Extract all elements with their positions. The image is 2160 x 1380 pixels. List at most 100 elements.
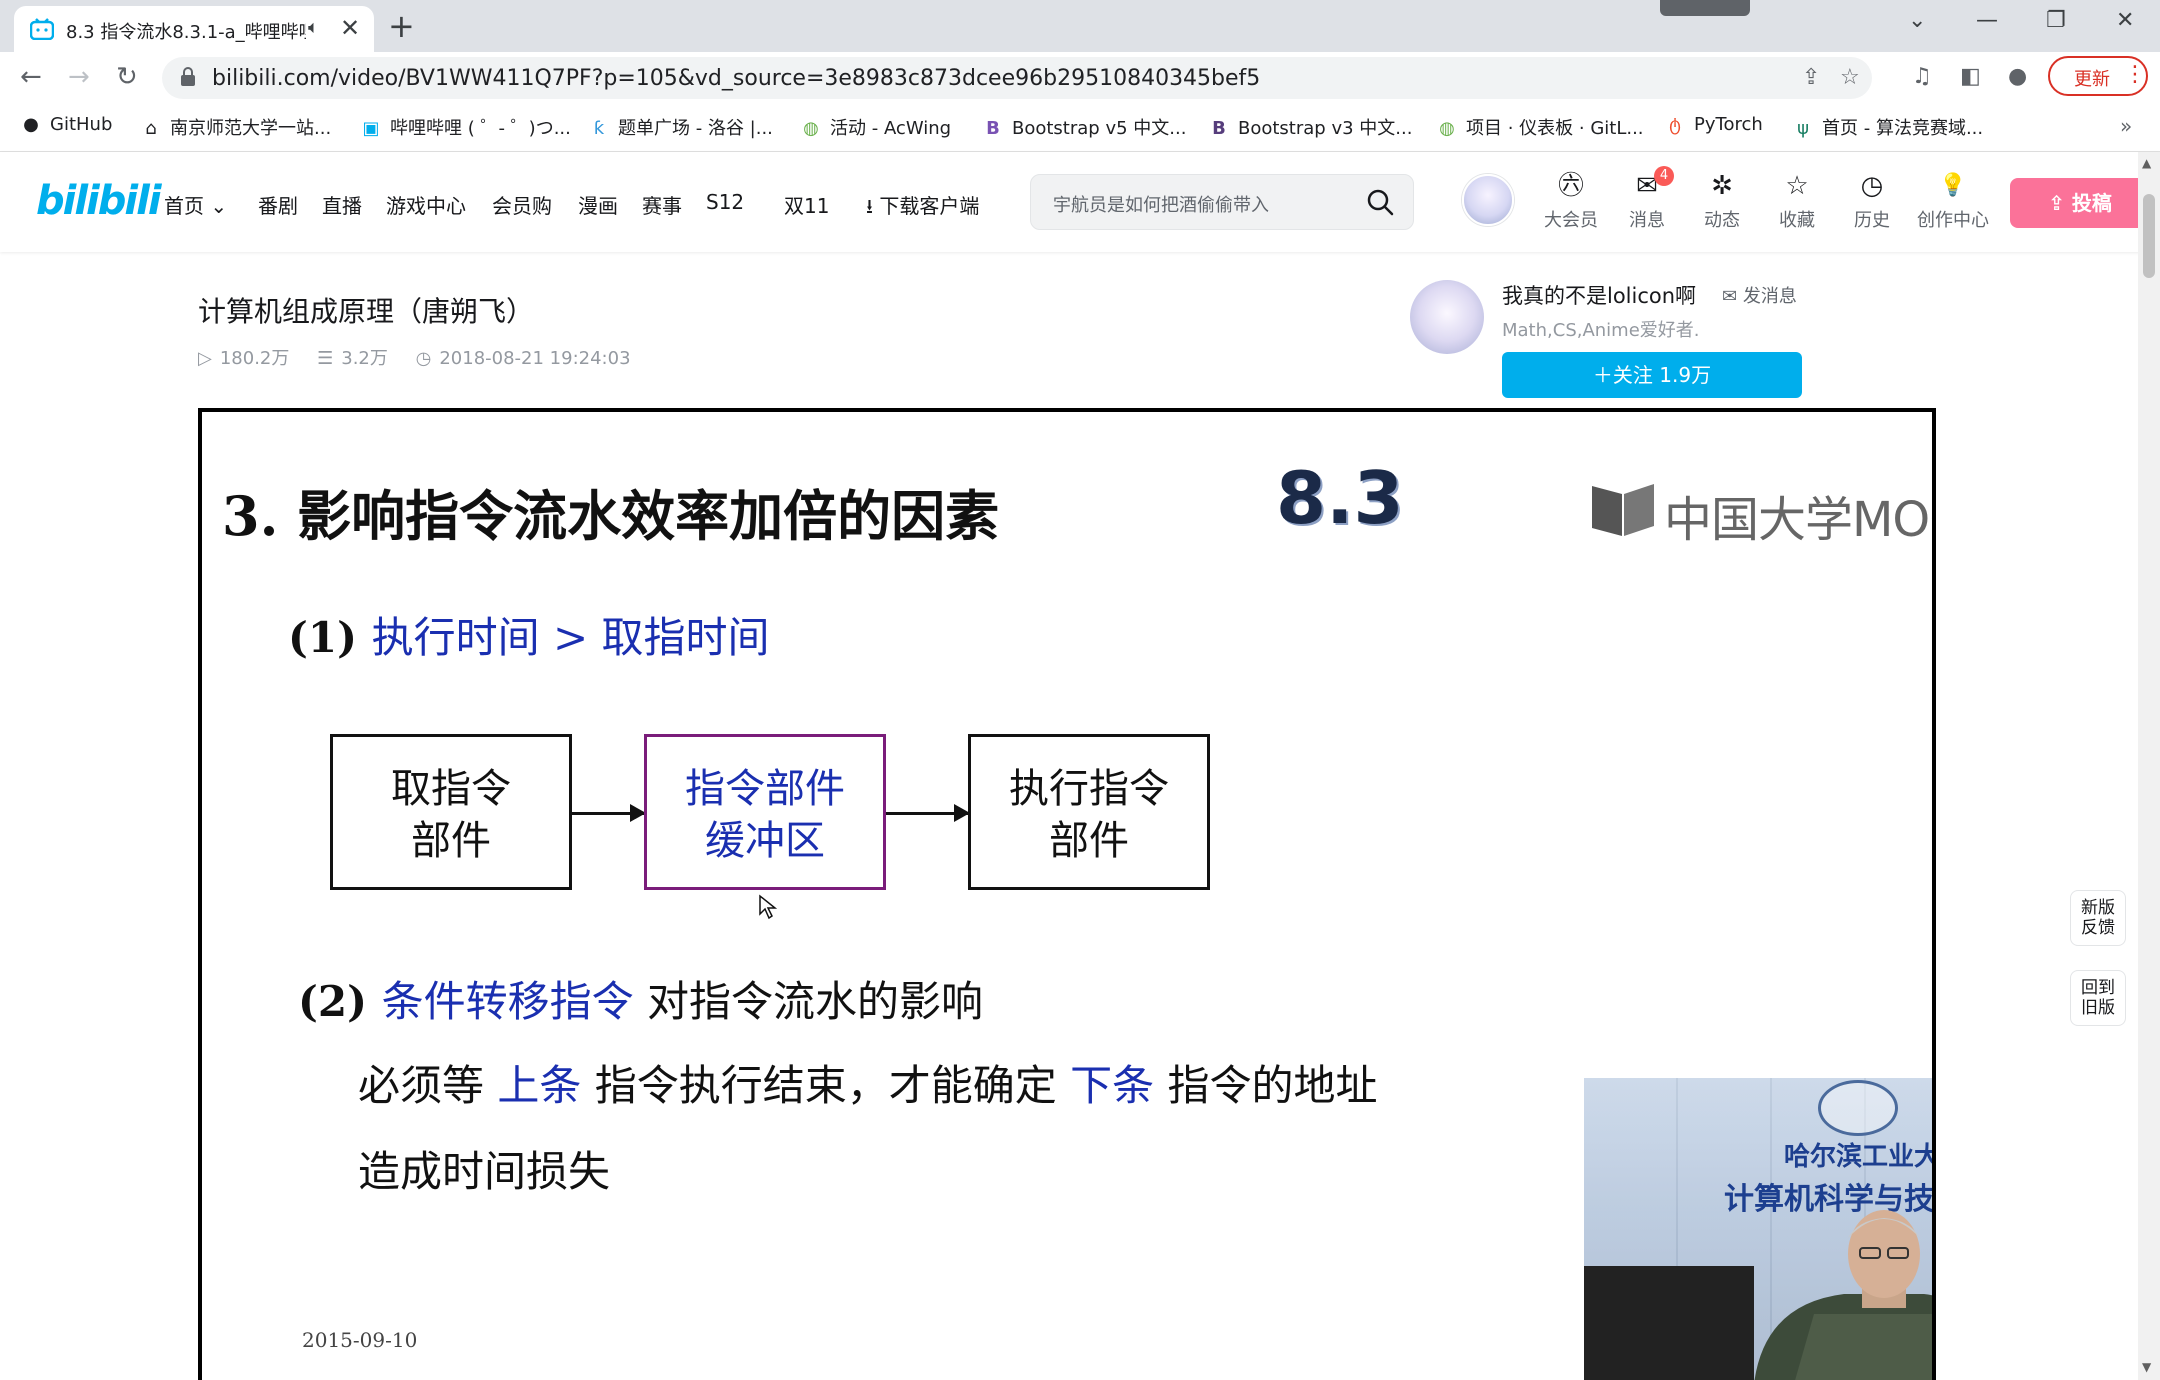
danmaku-icon: ☰ bbox=[317, 348, 334, 369]
video-player[interactable]: 3. 影响指令流水效率加倍的因素 8.3 中国大学MOOC (1) 执行时间 >… bbox=[198, 408, 1936, 1380]
tab-bar: 8.3 指令流水8.3.1-a_哔哩哔哩 🔈︎ ✕ + ⌄ — ❐ ✕ bbox=[0, 0, 2160, 52]
uploader-avatar[interactable] bbox=[1410, 280, 1484, 354]
mooc-logo: 中国大学MOOC bbox=[1588, 474, 1932, 548]
page-scrollbar[interactable]: ▲ ▼ bbox=[2138, 152, 2160, 1380]
speaker-icon[interactable]: 🔈︎ bbox=[308, 17, 319, 38]
bookmark-bootstrap5[interactable]: B Bootstrap v5 中文... bbox=[982, 114, 1186, 140]
back-icon[interactable]: ← bbox=[20, 62, 42, 92]
nav-bangumi[interactable]: 番剧 bbox=[258, 190, 298, 219]
uploader-name[interactable]: 我真的不是lolicon啊 bbox=[1502, 280, 1696, 310]
pip-university-name: 哈尔滨工业大学 bbox=[1784, 1142, 1932, 1172]
slide-point-1: (1) 执行时间 > 取指时间 bbox=[288, 613, 770, 662]
bookmark-pytorch[interactable]: ტ PyTorch bbox=[1664, 114, 1763, 135]
bookmark-luogu[interactable]: ƙ 题单广场 - 洛谷 |... bbox=[588, 114, 773, 140]
favorite-icon: ☆ bbox=[1785, 171, 1809, 201]
nav-manga[interactable]: 漫画 bbox=[578, 190, 618, 219]
creator-icon: 💡 bbox=[1939, 173, 1967, 198]
slide-heading: 3. 影响指令流水效率加倍的因素 bbox=[222, 484, 1000, 548]
user-avatar[interactable] bbox=[1462, 174, 1514, 226]
feedback-button[interactable]: 新版 反馈 bbox=[2070, 890, 2126, 946]
pip-monitor bbox=[1584, 1266, 1754, 1380]
side-panel-icon[interactable]: ◧ bbox=[1960, 64, 1981, 89]
algo-icon: ψ bbox=[1797, 118, 1809, 139]
profile-icon[interactable]: ● bbox=[2008, 64, 2027, 89]
new-tab-button[interactable]: + bbox=[388, 8, 415, 44]
more-menu-icon[interactable]: ⋮ bbox=[2124, 62, 2146, 87]
close-window-button[interactable]: ✕ bbox=[2116, 8, 2134, 33]
bookmark-bilibili[interactable]: ▣ 哔哩哔哩 ( ゜- ゜)つ... bbox=[360, 114, 570, 140]
slide-date: 2015-09-10 bbox=[302, 1328, 418, 1352]
site-header: bilibili 首页 ⌄ 番剧 直播 游戏中心 会员购 漫画 赛事 S12 双… bbox=[0, 152, 2160, 252]
bilibili-tv-icon bbox=[30, 18, 54, 40]
scroll-down-icon[interactable]: ▼ bbox=[2142, 1360, 2151, 1374]
nav-game-center[interactable]: 游戏中心 bbox=[386, 190, 466, 219]
nav-home[interactable]: 首页 ⌄ bbox=[164, 190, 227, 219]
chevron-down-icon: ⌄ bbox=[210, 194, 228, 218]
browser-toolbar: ← → ↻ bilibili.com/video/BV1WW411Q7PF?p=… bbox=[0, 52, 2160, 104]
bookmarks-overflow-icon[interactable]: » bbox=[2120, 114, 2132, 138]
history-icon: ◷ bbox=[1860, 171, 1884, 201]
search-icon[interactable] bbox=[1365, 187, 1395, 217]
close-tab-icon[interactable]: ✕ bbox=[340, 14, 360, 42]
bootstrap-icon: B bbox=[1212, 118, 1226, 139]
nav-s12[interactable]: S12 bbox=[706, 190, 744, 214]
reload-icon[interactable]: ↻ bbox=[116, 62, 138, 92]
video-stats: ▷ 180.2万 ☰ 3.2万 ◷ 2018-08-21 19:24:03 bbox=[198, 344, 653, 370]
nav-download-client[interactable]: ⭳ 下载客户端 bbox=[866, 190, 979, 226]
lock-icon[interactable] bbox=[180, 67, 196, 87]
nav-double11[interactable]: 双11 bbox=[784, 190, 829, 219]
scroll-up-icon[interactable]: ▲ bbox=[2142, 156, 2151, 170]
slide-line-3: 必须等 上条 指令执行结束，才能确定 下条 指令的地址 bbox=[358, 1061, 1378, 1110]
video-title: 计算机组成原理（唐朔飞） bbox=[198, 295, 535, 328]
scroll-thumb[interactable] bbox=[2143, 194, 2155, 278]
tab-search-icon[interactable]: ⌄ bbox=[1908, 8, 1926, 33]
share-icon[interactable]: ⇪ bbox=[1802, 65, 1820, 90]
nav-live[interactable]: 直播 bbox=[322, 190, 362, 219]
bookmark-github[interactable]: ● GitHub bbox=[20, 114, 112, 135]
search-box[interactable]: 宇航员是如何把酒偷偷带入 bbox=[1030, 174, 1414, 230]
bookmarks-bar: ● GitHub ⌂ 南京师范大学一站... ▣ 哔哩哔哩 ( ゜- ゜)つ... ƙ… bbox=[0, 104, 2160, 152]
update-label: 更新 bbox=[2074, 69, 2110, 90]
uploader-description: Math,CS,Anime爱好者. bbox=[1502, 320, 1700, 341]
danmaku-count: ☰ 3.2万 bbox=[317, 348, 388, 369]
acwing-icon: ◍ bbox=[803, 118, 819, 139]
bookmark-gitlab[interactable]: ◍ 项目 · 仪表板 · GitL... bbox=[1436, 114, 1643, 140]
box-fetch-unit: 取指令 部件 bbox=[330, 734, 572, 890]
address-bar[interactable]: bilibili.com/video/BV1WW411Q7PF?p=105&vd… bbox=[162, 57, 1872, 99]
upload-button[interactable]: ⇪ 投稿 bbox=[2010, 178, 2150, 228]
update-button[interactable]: 更新 ⋮ bbox=[2048, 56, 2148, 96]
lecturer-video-overlay: 哈尔滨工业大学 计算机科学与技术学院 bbox=[1584, 1078, 1932, 1380]
old-version-button[interactable]: 回到 旧版 bbox=[2070, 970, 2126, 1026]
university-emblem bbox=[1818, 1080, 1898, 1136]
header-creator-center[interactable]: 💡 创作中心 bbox=[1912, 170, 1994, 232]
header-favorites[interactable]: ☆ 收藏 bbox=[1762, 170, 1832, 232]
header-dynamic[interactable]: ✲ 动态 bbox=[1687, 170, 1757, 232]
restore-button[interactable]: ❐ bbox=[2046, 8, 2066, 33]
bookmark-star-icon[interactable]: ☆ bbox=[1840, 65, 1860, 90]
slide-line-4: 造成时间损失 bbox=[358, 1147, 611, 1196]
url-text[interactable]: bilibili.com/video/BV1WW411Q7PF?p=105&vd… bbox=[212, 66, 1260, 91]
bilibili-logo[interactable]: bilibili bbox=[36, 178, 162, 224]
browser-tab[interactable]: 8.3 指令流水8.3.1-a_哔哩哔哩 🔈︎ ✕ bbox=[14, 6, 374, 52]
clock-icon: ◷ bbox=[415, 348, 432, 369]
search-input[interactable]: 宇航员是如何把酒偷偷带入 bbox=[1053, 191, 1313, 217]
tab-title: 8.3 指令流水8.3.1-a_哔哩哔哩 bbox=[66, 22, 306, 43]
bootstrap-icon: B bbox=[986, 118, 1000, 139]
header-vip[interactable]: ㊅ 大会员 bbox=[1536, 170, 1606, 232]
forward-icon[interactable]: → bbox=[68, 62, 90, 92]
bookmark-algo[interactable]: ψ 首页 - 算法竞赛域... bbox=[1792, 114, 1983, 140]
pytorch-icon: ტ bbox=[1669, 114, 1681, 135]
minimize-button[interactable]: — bbox=[1976, 8, 1998, 33]
bookmark-bootstrap3[interactable]: B Bootstrap v3 中文... bbox=[1208, 114, 1412, 140]
nav-shop[interactable]: 会员购 bbox=[492, 190, 552, 219]
header-history[interactable]: ◷ 历史 bbox=[1837, 170, 1907, 232]
media-control-icon[interactable]: ♫ bbox=[1912, 64, 1932, 89]
header-messages[interactable]: ✉ 4 消息 bbox=[1612, 166, 1682, 232]
bookmark-acwing[interactable]: ◍ 活动 - AcWing bbox=[800, 114, 951, 140]
download-icon: ⭳ bbox=[866, 194, 873, 218]
follow-button[interactable]: ＋关注 1.9万 bbox=[1502, 352, 1802, 398]
send-message-link[interactable]: ✉ 发消息 bbox=[1722, 282, 1797, 308]
bookmark-njnu[interactable]: ⌂ 南京师范大学一站... bbox=[140, 114, 331, 140]
github-icon: ● bbox=[23, 114, 39, 135]
nav-esports[interactable]: 赛事 bbox=[642, 190, 682, 219]
